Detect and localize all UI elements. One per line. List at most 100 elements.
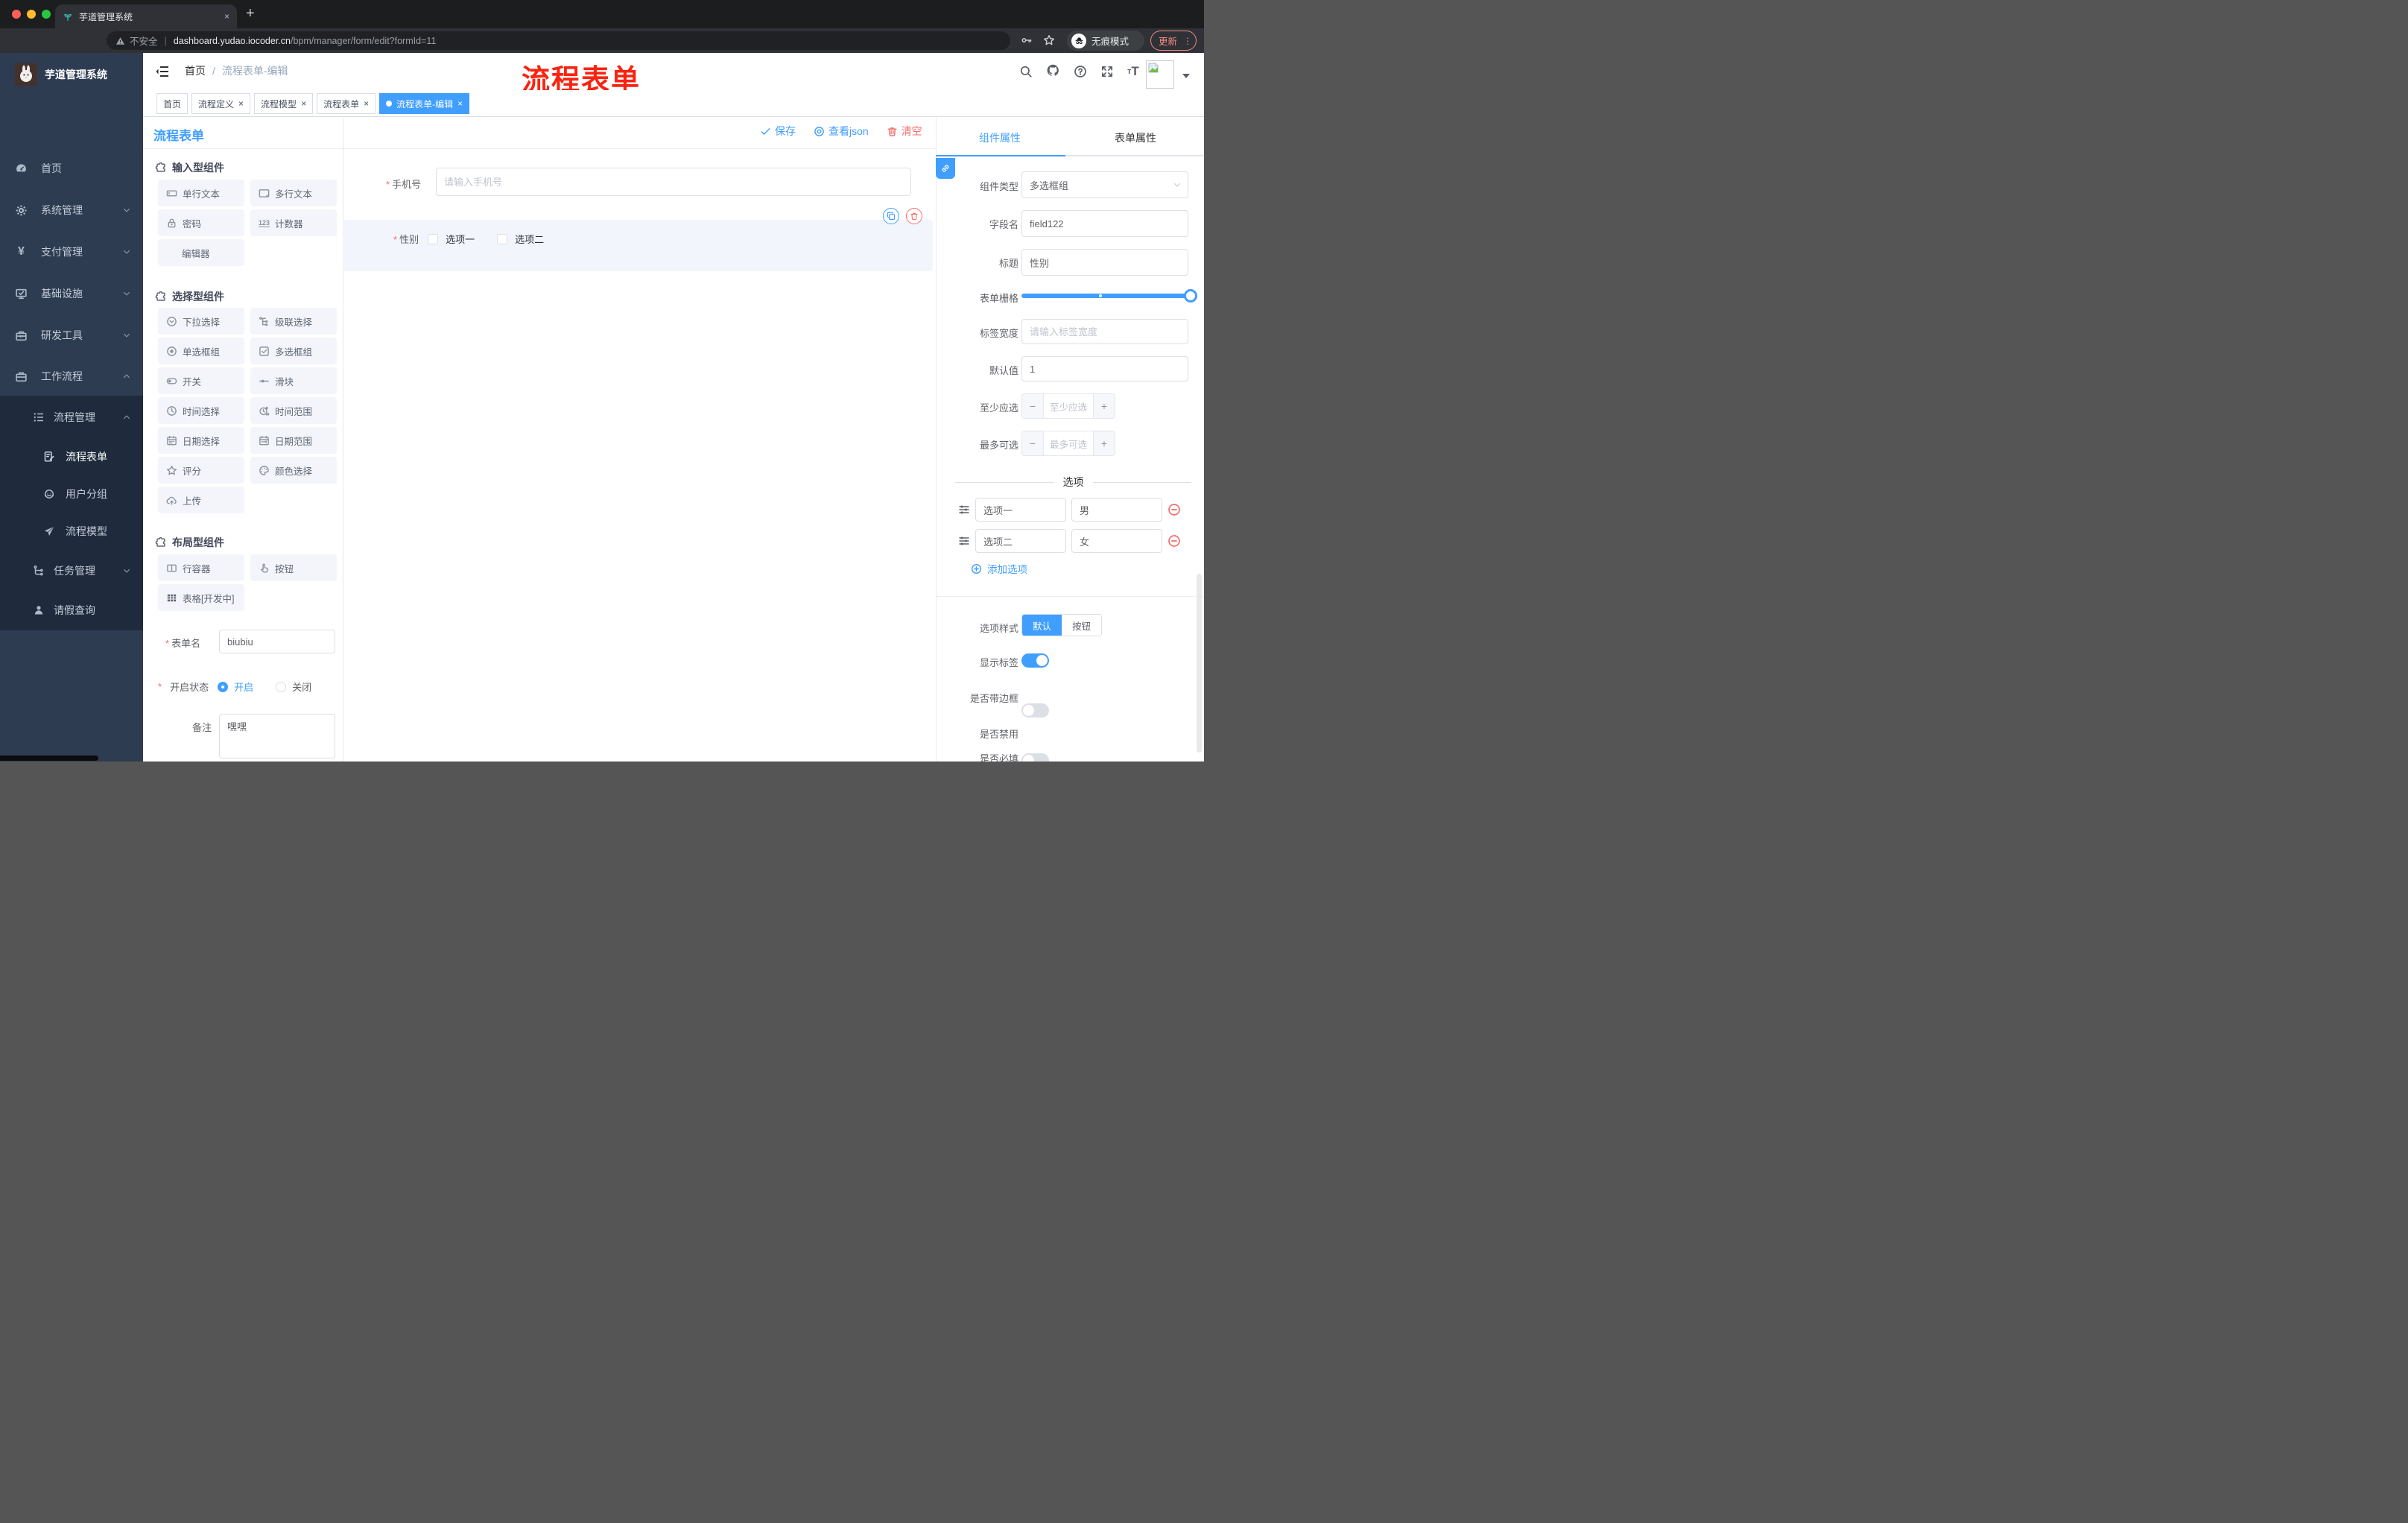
sidebar-item-process-model[interactable]: 流程模型 bbox=[0, 513, 143, 550]
browser-menu-icon[interactable]: ⋮ bbox=[1183, 36, 1192, 46]
avatar-caret-icon[interactable] bbox=[1182, 74, 1190, 78]
help-icon[interactable] bbox=[1074, 65, 1087, 78]
password-key-icon[interactable] bbox=[1018, 31, 1036, 49]
save-button[interactable]: 保存 bbox=[760, 124, 796, 139]
tag-process-model[interactable]: 流程模型 × bbox=[254, 93, 314, 114]
palette-item-table[interactable]: 表格[开发中] bbox=[158, 584, 244, 611]
sidebar-scrollbar[interactable] bbox=[0, 756, 98, 761]
phone-input[interactable] bbox=[436, 168, 911, 196]
tab-form-props[interactable]: 表单属性 bbox=[1115, 130, 1156, 145]
tag-process-definition[interactable]: 流程定义 × bbox=[191, 93, 251, 114]
status-on-label[interactable]: 开启 bbox=[234, 680, 253, 694]
font-size-icon[interactable]: тT bbox=[1127, 64, 1139, 79]
breadcrumb-home[interactable]: 首页 bbox=[185, 63, 206, 78]
stepper-plus-button[interactable]: + bbox=[1093, 394, 1115, 418]
drag-handle-icon[interactable] bbox=[958, 504, 970, 516]
sidebar-item-infra[interactable]: 基础设施 bbox=[0, 275, 143, 312]
new-tab-button[interactable]: + bbox=[246, 5, 255, 22]
stepper-plus-button[interactable]: + bbox=[1093, 431, 1115, 455]
tab-close-icon[interactable]: × bbox=[224, 11, 229, 22]
panel-scrollbar[interactable] bbox=[1197, 574, 1202, 753]
tag-home[interactable]: 首页 bbox=[156, 93, 188, 114]
remove-option-button[interactable] bbox=[1167, 534, 1181, 548]
sidebar-item-home[interactable]: 首页 bbox=[0, 150, 143, 187]
stepper-value[interactable]: 最多可选 bbox=[1044, 437, 1093, 451]
palette-item-time-range[interactable]: 时间范围 bbox=[250, 397, 337, 424]
style-default-button[interactable]: 默认 bbox=[1022, 615, 1062, 636]
search-icon[interactable] bbox=[1019, 65, 1033, 78]
palette-item-checkbox-group[interactable]: 多选框组 bbox=[250, 338, 337, 364]
palette-item-button[interactable]: 按钮 bbox=[250, 554, 337, 581]
update-button[interactable]: 更新 ⋮ bbox=[1150, 31, 1197, 51]
default-value-input[interactable] bbox=[1021, 356, 1188, 381]
palette-item-single-text[interactable]: 单行文本 bbox=[158, 180, 244, 206]
drag-handle-icon[interactable] bbox=[958, 535, 970, 547]
type-select[interactable]: 多选框组 bbox=[1021, 171, 1188, 198]
view-json-button[interactable]: 查看json bbox=[814, 124, 869, 139]
show-label-toggle[interactable] bbox=[1021, 653, 1049, 668]
sidebar-item-process-mgmt[interactable]: 流程管理 bbox=[0, 399, 143, 436]
option-label-input[interactable] bbox=[975, 498, 1066, 522]
bind-link-button[interactable] bbox=[936, 158, 955, 179]
window-close-button[interactable] bbox=[12, 10, 21, 19]
sidebar-item-dev[interactable]: 研发工具 bbox=[0, 317, 143, 354]
security-label[interactable]: 不安全 bbox=[130, 34, 158, 48]
form-remark-textarea[interactable]: 嘿嘿 bbox=[219, 714, 335, 759]
style-button-button[interactable]: 按钮 bbox=[1062, 615, 1102, 636]
clear-button[interactable]: 清空 bbox=[887, 124, 922, 139]
palette-item-editor[interactable]: 编辑器 bbox=[158, 239, 244, 266]
tag-close-icon[interactable]: × bbox=[457, 98, 463, 109]
palette-item-slider[interactable]: 滑块 bbox=[250, 367, 337, 394]
tab-component-props[interactable]: 组件属性 bbox=[979, 130, 1021, 145]
stepper-minus-button[interactable]: − bbox=[1022, 431, 1044, 455]
github-icon[interactable] bbox=[1046, 63, 1060, 80]
sidebar-item-process-form[interactable]: 流程表单 bbox=[0, 438, 143, 475]
window-zoom-button[interactable] bbox=[42, 10, 51, 19]
slider-thumb[interactable] bbox=[1184, 289, 1197, 303]
sidebar-item-user-group[interactable]: 用户分组 bbox=[0, 475, 143, 513]
gender-opt2-checkbox[interactable] bbox=[497, 233, 508, 244]
status-on-radio[interactable] bbox=[218, 681, 229, 692]
palette-item-rate[interactable]: 评分 bbox=[158, 457, 244, 484]
palette-item-switch[interactable]: 开关 bbox=[158, 367, 244, 394]
sidebar-item-pay[interactable]: ¥ 支付管理 bbox=[0, 233, 143, 270]
sidebar-item-system[interactable]: 系统管理 bbox=[0, 191, 143, 229]
border-toggle[interactable] bbox=[1021, 703, 1049, 718]
fullscreen-icon[interactable] bbox=[1100, 65, 1114, 78]
form-name-input[interactable] bbox=[219, 630, 335, 653]
url-bar[interactable]: 不安全 | dashboard.yudao.iocoder.cn/bpm/man… bbox=[107, 31, 1010, 50]
gender-opt1-label[interactable]: 选项一 bbox=[446, 232, 475, 246]
option-label-input[interactable] bbox=[975, 529, 1066, 553]
tag-close-icon[interactable]: × bbox=[364, 98, 369, 109]
tag-close-icon[interactable]: × bbox=[301, 98, 306, 109]
option-value-input[interactable] bbox=[1071, 529, 1162, 553]
gender-opt2-label[interactable]: 选项二 bbox=[515, 232, 544, 246]
browser-tab[interactable]: 芋道管理系统 × bbox=[55, 4, 237, 28]
status-off-label[interactable]: 关闭 bbox=[292, 680, 311, 694]
palette-item-multi-text[interactable]: 多行文本 bbox=[250, 180, 337, 206]
disabled-toggle[interactable] bbox=[1021, 753, 1049, 762]
palette-item-time-picker[interactable]: 时间选择 bbox=[158, 397, 244, 424]
add-option-button[interactable]: 添加选项 bbox=[971, 561, 1027, 576]
option-value-input[interactable] bbox=[1071, 498, 1162, 522]
palette-item-cascader[interactable]: 级联选择 bbox=[250, 308, 337, 335]
palette-item-radio-group[interactable]: 单选框组 bbox=[158, 338, 244, 364]
palette-item-counter[interactable]: 123 计数器 bbox=[250, 209, 337, 236]
sidebar-item-workflow[interactable]: 工作流程 bbox=[0, 358, 143, 395]
copy-component-button[interactable] bbox=[883, 208, 899, 224]
tag-process-form-edit[interactable]: 流程表单-编辑 × bbox=[379, 93, 470, 114]
stepper-minus-button[interactable]: − bbox=[1022, 394, 1044, 418]
sidebar-item-task-mgmt[interactable]: 任务管理 bbox=[0, 552, 143, 589]
tag-close-icon[interactable]: × bbox=[238, 98, 244, 109]
field-name-input[interactable] bbox=[1021, 210, 1188, 237]
tag-process-form[interactable]: 流程表单 × bbox=[317, 93, 376, 114]
palette-item-row-container[interactable]: 行容器 bbox=[158, 554, 244, 581]
palette-item-password[interactable]: 密码 bbox=[158, 209, 244, 236]
delete-component-button[interactable] bbox=[906, 208, 922, 224]
collapse-sidebar-icon[interactable] bbox=[155, 64, 170, 81]
palette-item-select[interactable]: 下拉选择 bbox=[158, 308, 244, 335]
palette-item-date-range[interactable]: 日期范围 bbox=[250, 427, 337, 454]
label-width-input[interactable] bbox=[1021, 319, 1188, 344]
remove-option-button[interactable] bbox=[1167, 503, 1181, 516]
bookmark-star-icon[interactable] bbox=[1040, 31, 1058, 49]
